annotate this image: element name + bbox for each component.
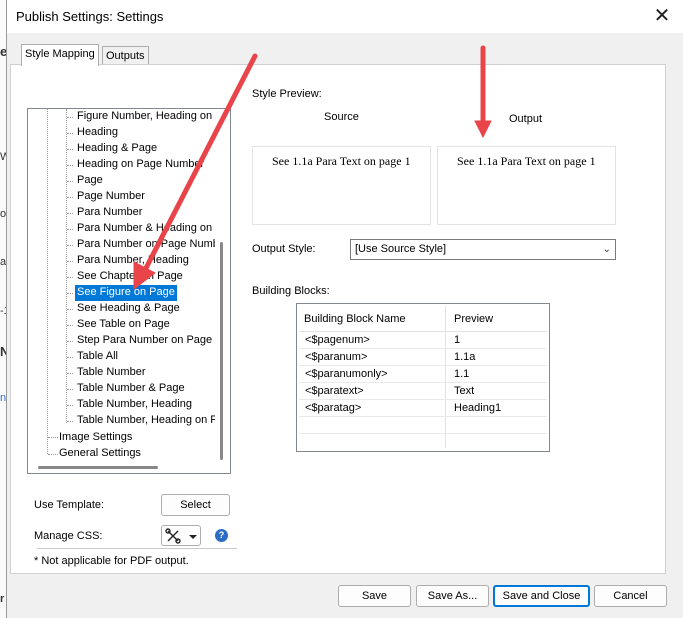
tree-line	[66, 109, 67, 423]
tree-horizontal-scrollbar[interactable]	[38, 466, 158, 469]
tree-item[interactable]: Para Number	[75, 205, 144, 221]
output-preview-text: See 1.1a Para Text on page 1	[457, 154, 596, 168]
tree-line	[67, 341, 73, 342]
tree-line	[67, 165, 73, 166]
tree-item[interactable]: See Heading & Page	[75, 301, 182, 317]
tree-item[interactable]: See Figure on Page	[75, 285, 177, 301]
separator	[37, 548, 237, 549]
tree-line	[67, 245, 73, 246]
title-bar: Publish Settings: Settings ✕	[7, 0, 683, 33]
output-style-value: [Use Source Style]	[355, 243, 447, 255]
building-blocks-label: Building Blocks:	[252, 285, 330, 297]
source-preview: See 1.1a Para Text on page 1	[252, 146, 431, 225]
scrollbar-thumb[interactable]	[220, 242, 223, 460]
output-style-label: Output Style:	[252, 243, 316, 255]
tree-item[interactable]: Para Number, Heading	[75, 253, 191, 269]
block-preview-cell: 1.1	[454, 368, 470, 380]
table-row[interactable]: <$paranumonly> 1.1	[299, 366, 547, 383]
tab-outputs[interactable]: Outputs	[102, 46, 149, 66]
tree-line	[67, 389, 73, 390]
use-template-label: Use Template:	[34, 499, 105, 511]
tree-line	[47, 109, 48, 454]
block-preview-cell: 1	[454, 334, 461, 346]
tree-line	[67, 197, 73, 198]
tree-item[interactable]: Heading on Page Number	[75, 157, 206, 173]
style-tree[interactable]: Figure Number, Heading on Heading Heading …	[27, 108, 231, 474]
save-as-button[interactable]: Save As...	[416, 585, 489, 607]
select-template-button[interactable]: Select	[161, 494, 230, 516]
table-row[interactable]: <$paratag> Heading1	[299, 400, 547, 417]
tab-style-mapping[interactable]: Style Mapping	[21, 44, 99, 66]
tree-item[interactable]: Page	[75, 173, 105, 189]
source-preview-text: See 1.1a Para Text on page 1	[272, 154, 411, 168]
dialog-title: Publish Settings: Settings	[16, 9, 164, 24]
tree-item[interactable]: Para Number on Page Numb	[75, 237, 221, 253]
help-icon[interactable]: ?	[215, 529, 228, 542]
tree-line	[67, 405, 73, 406]
tree-item[interactable]: Step Para Number on Page N	[75, 333, 225, 349]
style-preview-label: Style Preview:	[252, 88, 322, 100]
building-blocks-table[interactable]: Building Block Name Preview <$pagenum> 1 <…	[296, 303, 550, 452]
block-name-cell: <$paranumonly>	[305, 368, 388, 380]
tools-icon	[165, 528, 197, 544]
cancel-button[interactable]: Cancel	[594, 585, 667, 607]
column-header-preview[interactable]: Preview	[454, 313, 493, 325]
tree-line	[67, 293, 73, 294]
column-header-name[interactable]: Building Block Name	[304, 313, 406, 325]
tree-item-general-settings[interactable]: General Settings	[57, 446, 143, 462]
tree-vertical-scrollbar[interactable]	[215, 110, 229, 472]
tree-line	[67, 325, 73, 326]
chevron-down-icon: ⌄	[602, 244, 611, 255]
block-name-cell: <$paranum>	[305, 351, 368, 363]
tree-item-image-settings[interactable]: Image Settings	[57, 430, 134, 446]
block-name-cell: <$pagenum>	[305, 334, 370, 346]
tree-line	[67, 357, 73, 358]
tree-line	[67, 309, 73, 310]
tree-item[interactable]: Table Number, Heading on P	[75, 413, 220, 429]
tree-item[interactable]: Figure Number, Heading on	[75, 109, 214, 125]
tree-item[interactable]: Page Number	[75, 189, 147, 205]
tree-line	[67, 277, 73, 278]
block-preview-cell: Heading1	[454, 402, 502, 414]
table-row[interactable]: <$paratext> Text	[299, 383, 547, 400]
source-label: Source	[324, 111, 359, 123]
tree-line	[67, 229, 73, 230]
tree-item[interactable]: Table Number & Page	[75, 381, 187, 397]
table-row[interactable]: <$pagenum> 1	[299, 332, 547, 349]
tree-line	[67, 373, 73, 374]
tree-item[interactable]: Table Number, Heading	[75, 397, 194, 413]
output-label: Output	[509, 113, 543, 125]
tree-line	[67, 149, 73, 150]
block-preview-cell: Text	[454, 385, 475, 397]
tree-item[interactable]: See Chapter on Page	[75, 269, 185, 285]
tree-line	[67, 261, 73, 262]
table-row	[299, 434, 547, 451]
close-icon[interactable]: ✕	[651, 5, 673, 27]
tree-item[interactable]: Para Number & Heading on P	[75, 221, 225, 237]
tree-line	[67, 181, 73, 182]
tree-item[interactable]: See Table on Page	[75, 317, 172, 333]
tree-line	[67, 421, 73, 422]
table-header: Building Block Name Preview	[299, 306, 547, 332]
save-and-close-button[interactable]: Save and Close	[493, 585, 590, 607]
tree-line	[67, 117, 73, 118]
tree-item[interactable]: Heading	[75, 125, 120, 141]
block-name-cell: <$paratag>	[305, 402, 362, 414]
output-style-select[interactable]: [Use Source Style] ⌄	[350, 239, 616, 260]
save-button[interactable]: Save	[338, 585, 411, 607]
manage-css-label: Manage CSS:	[34, 530, 103, 542]
table-row	[299, 417, 547, 434]
manage-css-button[interactable]	[161, 525, 201, 546]
output-preview: See 1.1a Para Text on page 1	[437, 146, 616, 225]
footnote: * Not applicable for PDF output.	[34, 555, 189, 567]
table-row[interactable]: <$paranum> 1.1a	[299, 349, 547, 366]
block-preview-cell: 1.1a	[454, 351, 476, 363]
tree-item[interactable]: Table Number	[75, 365, 147, 381]
tree-item[interactable]: Heading & Page	[75, 141, 159, 157]
tree-line	[67, 133, 73, 134]
block-name-cell: <$paratext>	[305, 385, 364, 397]
tree-line	[67, 213, 73, 214]
tree-item[interactable]: Table All	[75, 349, 120, 365]
